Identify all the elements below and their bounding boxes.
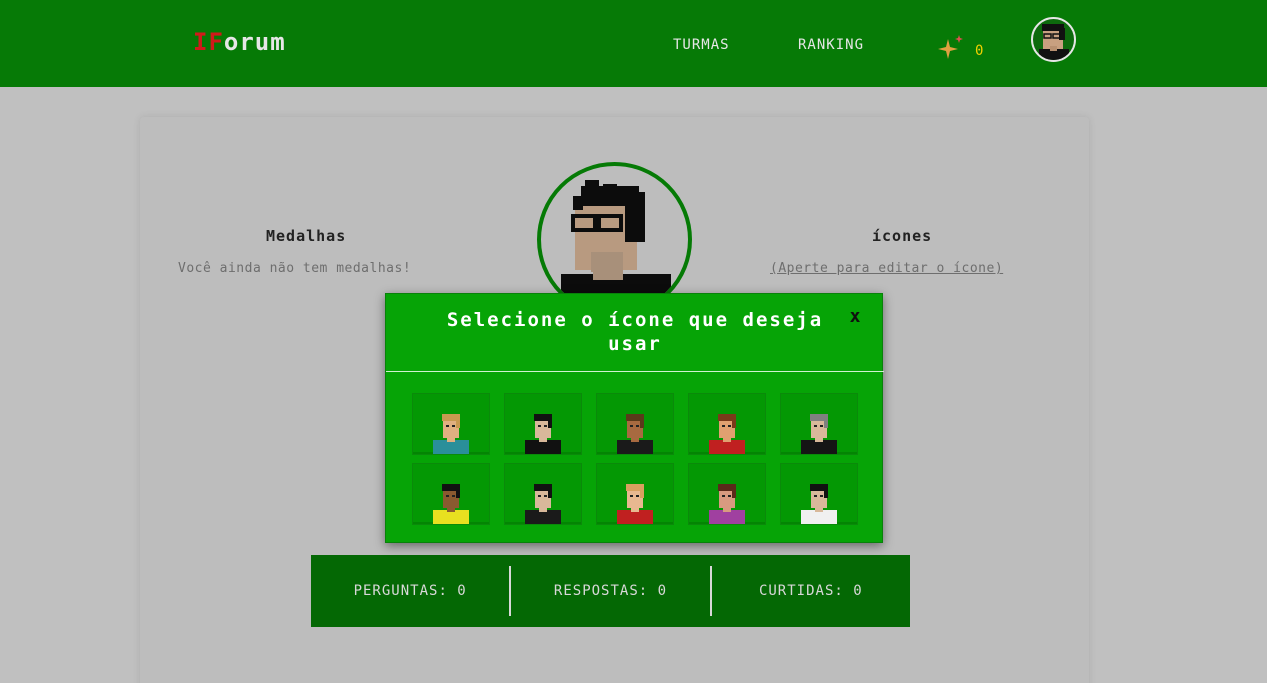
icon-option[interactable] bbox=[688, 393, 766, 455]
nav-turmas[interactable]: TURMAS bbox=[673, 37, 730, 53]
icon-option[interactable] bbox=[504, 393, 582, 455]
modal-title: Selecione o ícone que deseja usar bbox=[446, 309, 824, 355]
sparkle-icon bbox=[938, 35, 963, 59]
stat-perguntas: PERGUNTAS0 bbox=[311, 583, 509, 599]
points-indicator: 0 bbox=[937, 33, 983, 61]
stat-curtidas-value: 0 bbox=[853, 583, 863, 599]
avatar-long-black-hair-icon bbox=[525, 484, 561, 524]
icons-title: ícones bbox=[872, 227, 933, 245]
logo-prefix: IF bbox=[193, 28, 224, 56]
icon-option[interactable] bbox=[596, 463, 674, 525]
profile-avatar-icon bbox=[561, 180, 671, 313]
avatar-curly-red-shirt-icon bbox=[709, 414, 745, 454]
avatar-glasses-black-hair-icon bbox=[525, 414, 561, 454]
user-avatar-button[interactable] bbox=[1031, 17, 1076, 62]
icon-option[interactable] bbox=[412, 393, 490, 455]
stat-respostas: RESPOSTAS0 bbox=[511, 583, 709, 599]
top-navbar: IForum TURMAS RANKING 0 bbox=[0, 0, 1267, 87]
medals-empty-text: Você ainda não tem medalhas! bbox=[178, 261, 412, 276]
close-icon[interactable]: x bbox=[846, 308, 864, 326]
icon-select-modal: Selecione o ícone que deseja usar x bbox=[385, 293, 884, 543]
medals-title: Medalhas bbox=[266, 227, 347, 245]
icon-option[interactable] bbox=[596, 393, 674, 455]
logo[interactable]: IForum bbox=[193, 28, 286, 56]
stat-curtidas-label: CURTIDAS bbox=[759, 583, 853, 599]
user-avatar-icon bbox=[1039, 24, 1069, 60]
stats-bar: PERGUNTAS0 RESPOSTAS0 CURTIDAS0 bbox=[311, 555, 910, 627]
avatar-blonde-red-shirt-icon bbox=[617, 484, 653, 524]
stat-respostas-value: 0 bbox=[657, 583, 668, 599]
avatar-sunglasses-beard-icon bbox=[617, 414, 653, 454]
stat-curtidas: CURTIDAS0 bbox=[712, 583, 910, 599]
modal-divider bbox=[386, 371, 884, 372]
avatar-afro-yellow-shirt-icon bbox=[433, 484, 469, 524]
icon-option[interactable] bbox=[688, 463, 766, 525]
nav-ranking[interactable]: RANKING bbox=[798, 37, 864, 53]
avatar-gray-hair-icon bbox=[801, 414, 837, 454]
logo-suffix: orum bbox=[223, 28, 286, 56]
points-count: 0 bbox=[975, 43, 984, 59]
icon-option[interactable] bbox=[780, 463, 858, 525]
stat-perguntas-label: PERGUNTAS bbox=[354, 583, 458, 599]
avatar-brown-hair-purple-icon bbox=[709, 484, 745, 524]
avatar-doctor-mustache-icon bbox=[801, 484, 837, 524]
avatar-blond-teal-shirt-icon bbox=[433, 414, 469, 454]
icon-option[interactable] bbox=[780, 393, 858, 455]
icon-option[interactable] bbox=[504, 463, 582, 525]
icon-options-grid bbox=[412, 393, 858, 525]
stat-respostas-label: RESPOSTAS bbox=[554, 583, 658, 599]
edit-icon-link[interactable]: (Aperte para editar o ícone) bbox=[770, 261, 1003, 276]
stat-perguntas-value: 0 bbox=[457, 583, 467, 599]
icon-option[interactable] bbox=[412, 463, 490, 525]
